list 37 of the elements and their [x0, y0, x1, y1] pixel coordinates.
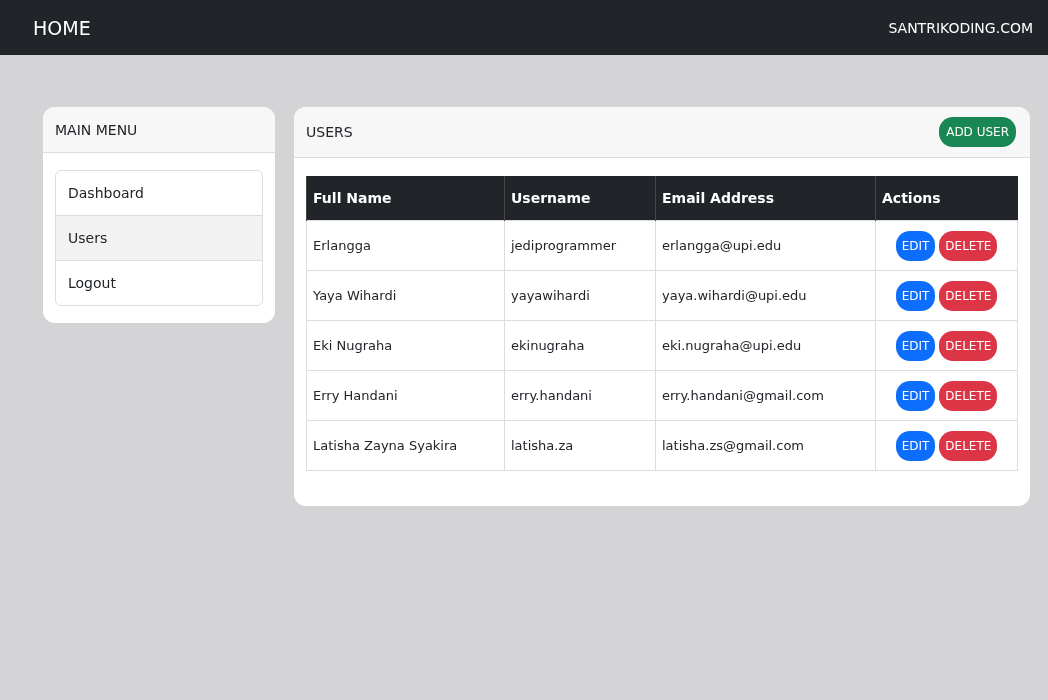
table-cell: Eki Nugraha [306, 320, 505, 371]
panel-title: USERS [306, 124, 353, 140]
table-cell: Erry Handani [306, 370, 505, 421]
column-header: Full Name [306, 176, 505, 221]
home-link[interactable]: HOME [33, 16, 91, 39]
delete-button[interactable]: DELETE [939, 280, 998, 311]
delete-button[interactable]: DELETE [939, 230, 998, 261]
add-user-button[interactable]: ADD USER [939, 117, 1016, 147]
table-cell: latisha.zs@gmail.com [655, 420, 876, 471]
edit-button[interactable]: EDIT [895, 380, 936, 411]
delete-button[interactable]: DELETE [939, 430, 998, 461]
table-cell: ekinugraha [504, 320, 656, 371]
table-cell: Latisha Zayna Syakira [306, 420, 505, 471]
edit-button[interactable]: EDIT [895, 430, 936, 461]
delete-button[interactable]: DELETE [939, 330, 998, 361]
menu-title: MAIN MENU [55, 121, 138, 138]
menu-item[interactable]: Logout [56, 260, 262, 305]
menu-item[interactable]: Users [56, 215, 262, 260]
table-cell: erlangga@upi.edu [655, 220, 876, 271]
edit-button[interactable]: EDIT [895, 280, 936, 311]
table-cell: erry.handani@gmail.com [655, 370, 876, 421]
table-cell: Erlangga [306, 220, 505, 271]
delete-button[interactable]: DELETE [939, 380, 998, 411]
table-cell: latisha.za [504, 420, 656, 471]
edit-button[interactable]: EDIT [895, 230, 936, 261]
menu-item[interactable]: Dashboard [56, 171, 262, 215]
table-cell: jediprogrammer [504, 220, 656, 271]
table-cell: erry.handani [504, 370, 656, 421]
site-link[interactable]: SANTRIKODING.COM [888, 19, 1033, 36]
column-header: Actions [875, 176, 1018, 221]
table-cell: yaya.wihardi@upi.edu [655, 270, 876, 321]
table-cell: Yaya Wihardi [306, 270, 505, 321]
table-cell: eki.nugraha@upi.edu [655, 320, 876, 371]
column-header: Username [504, 176, 656, 221]
table-cell: yayawihardi [504, 270, 656, 321]
edit-button[interactable]: EDIT [895, 330, 936, 361]
column-header: Email Address [655, 176, 876, 221]
